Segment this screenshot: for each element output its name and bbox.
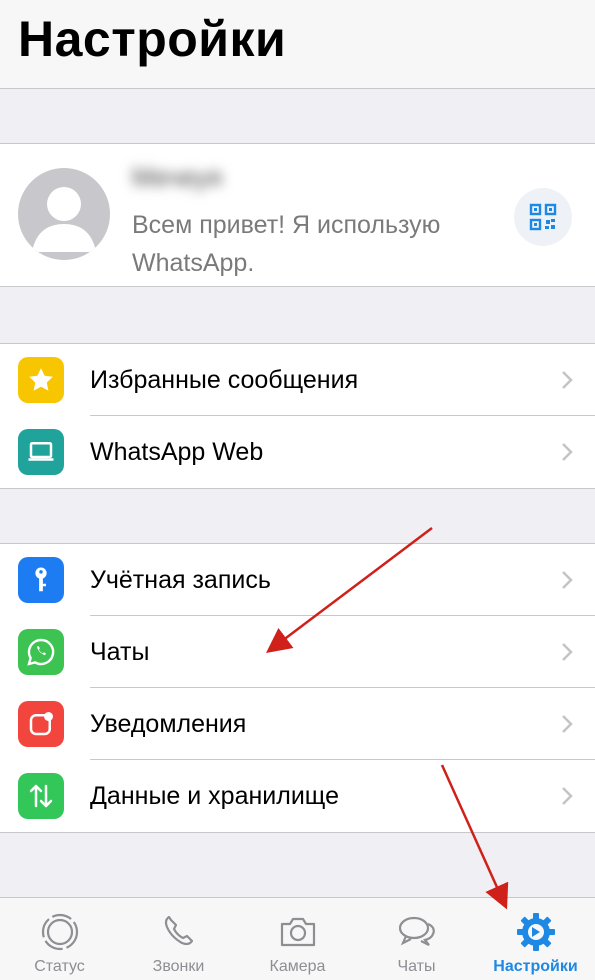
annotation-arrow-chats [266,527,433,654]
annotation-arrow-settings [440,764,509,910]
annotation-overlay [266,527,509,910]
